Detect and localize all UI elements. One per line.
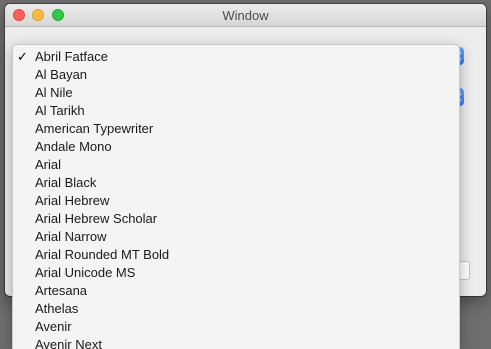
menu-item[interactable]: Arial Rounded MT Bold bbox=[13, 246, 459, 264]
text-field[interactable] bbox=[460, 261, 470, 280]
menu-item[interactable]: Arial bbox=[13, 156, 459, 174]
menu-item[interactable]: Arial Hebrew bbox=[13, 192, 459, 210]
menu-item[interactable]: Abril Fatface bbox=[13, 48, 459, 66]
menu-item-label: Abril Fatface bbox=[35, 49, 108, 64]
menu-item-label: Andale Mono bbox=[35, 139, 112, 154]
menu-item-label: Arial bbox=[35, 157, 62, 172]
menu-item[interactable]: American Typewriter bbox=[13, 120, 459, 138]
menu-item-label: Arial Narrow bbox=[35, 229, 107, 244]
menu-item[interactable]: Arial Unicode MS bbox=[13, 264, 459, 282]
menu-item-label: American Typewriter bbox=[35, 121, 154, 136]
menu-item[interactable]: Athelas bbox=[13, 300, 459, 318]
menu-item-label: Avenir Next bbox=[35, 337, 102, 349]
menu-item-label: Arial Hebrew Scholar bbox=[35, 211, 158, 226]
menu-item[interactable]: Al Nile bbox=[13, 84, 459, 102]
menu-item-label: Arial Rounded MT Bold bbox=[35, 247, 170, 262]
menu-item-label: Athelas bbox=[35, 301, 79, 316]
menu-item-label: Avenir bbox=[35, 319, 72, 334]
font-popup-menu: ✓ Abril Fatface Al Bayan Al Nile Al Tari… bbox=[12, 44, 460, 349]
menu-item-label: Al Nile bbox=[35, 85, 73, 100]
menu-item-label: Al Tarikh bbox=[35, 103, 85, 118]
menu-item[interactable]: Avenir bbox=[13, 318, 459, 336]
menu-item-label: Arial Hebrew bbox=[35, 193, 110, 208]
menu-item[interactable]: Arial Black bbox=[13, 174, 459, 192]
menu-item-label: Artesana bbox=[35, 283, 88, 298]
menu-item[interactable]: Arial Hebrew Scholar bbox=[13, 210, 459, 228]
menu-item[interactable]: Andale Mono bbox=[13, 138, 459, 156]
menu-item[interactable]: Al Tarikh bbox=[13, 102, 459, 120]
menu-item[interactable]: Al Bayan bbox=[13, 66, 459, 84]
title-bar: Window bbox=[5, 4, 486, 27]
menu-item[interactable]: Avenir Next bbox=[13, 336, 459, 349]
window-title: Window bbox=[222, 8, 269, 23]
menu-item-label: Arial Black bbox=[35, 175, 97, 190]
menu-item[interactable]: Arial Narrow bbox=[13, 228, 459, 246]
menu-item-label: Arial Unicode MS bbox=[35, 265, 136, 280]
menu-item[interactable]: Artesana bbox=[13, 282, 459, 300]
menu-item-label: Al Bayan bbox=[35, 67, 88, 82]
